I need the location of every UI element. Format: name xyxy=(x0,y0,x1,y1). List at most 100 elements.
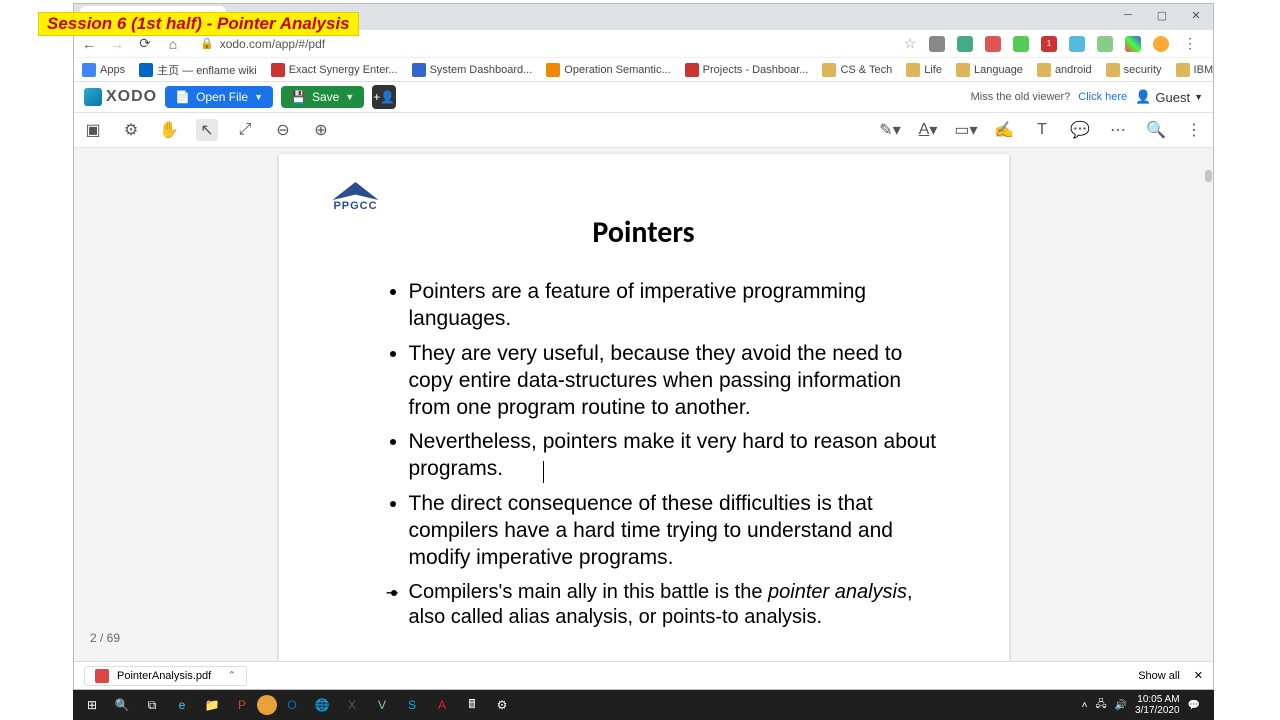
comment-tool-icon[interactable]: 💬 xyxy=(1069,119,1091,141)
page-indicator: 2 / 69 xyxy=(90,631,120,645)
extension-icon[interactable]: 1 xyxy=(1041,36,1057,52)
lock-icon: 🔒 xyxy=(200,37,214,50)
notifications-icon[interactable]: 💬 xyxy=(1188,700,1200,711)
zoom-out-icon[interactable]: ⊖ xyxy=(272,119,294,141)
open-file-button[interactable]: 📄 Open File ▼ xyxy=(165,86,273,108)
volume-icon[interactable]: 🔊 xyxy=(1115,700,1127,711)
xodo-logo[interactable]: XODO xyxy=(84,88,157,106)
bookmark-item[interactable]: Projects - Dashboar... xyxy=(685,63,809,77)
bookmark-folder[interactable]: CS & Tech xyxy=(822,63,892,77)
text-cursor xyxy=(543,461,544,483)
bookmarks-bar: Apps 主页 — enflame wiki Exact Synergy Ent… xyxy=(74,58,1213,82)
bookmark-folder[interactable]: Life xyxy=(906,63,942,77)
document-viewport[interactable]: PPGCC Pointers Pointers are a feature of… xyxy=(74,148,1213,661)
menu-icon[interactable]: ⋮ xyxy=(1181,35,1199,52)
download-item[interactable]: PointerAnalysis.pdf ⌃ xyxy=(84,666,247,686)
bookmark-folder[interactable]: Language xyxy=(956,63,1023,77)
snap-tool-icon[interactable]: ⤢ xyxy=(234,119,256,141)
app-icon[interactable] xyxy=(257,695,277,715)
chrome-icon[interactable]: 🌐 xyxy=(307,690,337,720)
select-tool-icon[interactable]: ↖ xyxy=(196,119,218,141)
bullet-item: Pointers are a feature of imperative pro… xyxy=(409,279,939,333)
acrobat-icon[interactable]: A xyxy=(427,690,457,720)
outlook-icon[interactable]: O xyxy=(277,690,307,720)
window-controls: ─ ▢ ✕ xyxy=(1111,4,1213,26)
xodo-toolbar: ▣ ⚙ ✋ ↖ ⤢ ⊖ ⊕ ✎▾ A▾ ▭▾ ✍ T 💬 ⋯ 🔍 ⋮ xyxy=(74,112,1213,148)
signature-tool-icon[interactable]: ✍ xyxy=(993,119,1015,141)
extension-icon[interactable] xyxy=(1069,36,1085,52)
bookmark-item[interactable]: Exact Synergy Enter... xyxy=(271,63,398,77)
start-button[interactable]: ⊞ xyxy=(77,690,107,720)
text-tool-icon[interactable]: T xyxy=(1031,119,1053,141)
panel-toggle-icon[interactable]: ▣ xyxy=(82,119,104,141)
apps-button[interactable]: Apps xyxy=(82,63,125,77)
extension-icon[interactable] xyxy=(1153,36,1169,52)
pdf-file-icon xyxy=(95,669,109,683)
explorer-icon[interactable]: 📁 xyxy=(197,690,227,720)
add-collaborator-button[interactable]: +👤 xyxy=(372,85,396,109)
click-here-link[interactable]: Click here xyxy=(1078,91,1127,103)
reload-icon[interactable]: ⟳ xyxy=(136,35,154,52)
bookmark-folder[interactable]: android xyxy=(1037,63,1092,77)
powerpoint-icon[interactable]: P xyxy=(227,690,257,720)
edge-icon[interactable]: e xyxy=(167,690,197,720)
scrollbar-thumb[interactable] xyxy=(1205,170,1212,182)
network-icon[interactable]: 🖧 xyxy=(1095,697,1106,714)
guest-menu[interactable]: 👤 Guest ▼ xyxy=(1135,89,1203,105)
save-button[interactable]: 💾 Save ▼ xyxy=(281,86,364,108)
more-tools-icon[interactable]: ⋯ xyxy=(1107,119,1129,141)
text-style-icon[interactable]: A▾ xyxy=(917,119,939,141)
slide-title: Pointers xyxy=(319,214,969,251)
app-icon[interactable]: V xyxy=(367,690,397,720)
search-taskbar-icon[interactable]: 🔍 xyxy=(107,690,137,720)
zoom-in-icon[interactable]: ⊕ xyxy=(310,119,332,141)
highlight-tool-icon[interactable]: ✎▾ xyxy=(879,119,901,141)
extension-icon[interactable] xyxy=(957,36,973,52)
bullet-item: Nevertheless, pointers make it very hard… xyxy=(409,429,939,483)
extension-icon[interactable] xyxy=(1125,36,1141,52)
chevron-up-icon[interactable]: ⌃ xyxy=(227,669,236,682)
settings-taskbar-icon[interactable]: ⚙ xyxy=(487,690,517,720)
skype-icon[interactable]: S xyxy=(397,690,427,720)
extension-icon[interactable] xyxy=(1013,36,1029,52)
home-icon[interactable]: ⌂ xyxy=(164,36,182,52)
star-icon[interactable]: ☆ xyxy=(901,35,919,52)
close-shelf-icon[interactable]: ✕ xyxy=(1194,669,1203,682)
session-overlay-label: Session 6 (1st half) - Pointer Analysis xyxy=(38,12,359,36)
toolbar-menu-icon[interactable]: ⋮ xyxy=(1183,119,1205,141)
system-tray[interactable]: ˄ 🖧 🔊 10:05 AM 3/17/2020 💬 xyxy=(1082,694,1210,716)
task-view-icon[interactable]: ⧉ xyxy=(137,690,167,720)
url-text: xodo.com/app/#/pdf xyxy=(220,37,325,51)
ppgcc-logo: PPGCC xyxy=(333,182,379,212)
calculator-icon[interactable]: 🖩 xyxy=(457,690,487,720)
bookmark-folder[interactable]: security xyxy=(1106,63,1162,77)
back-icon[interactable]: ← xyxy=(80,36,98,52)
xodo-header: XODO 📄 Open File ▼ 💾 Save ▼ +👤 Miss the … xyxy=(74,82,1213,112)
excel-icon[interactable]: X xyxy=(337,690,367,720)
clock[interactable]: 10:05 AM 3/17/2020 xyxy=(1135,694,1180,716)
bookmark-item[interactable]: System Dashboard... xyxy=(412,63,533,77)
search-icon[interactable]: 🔍 xyxy=(1145,119,1167,141)
show-all-link[interactable]: Show all xyxy=(1138,670,1180,682)
pan-tool-icon[interactable]: ✋ xyxy=(158,119,180,141)
extension-icon[interactable] xyxy=(985,36,1001,52)
extension-icon[interactable] xyxy=(929,36,945,52)
tray-chevron-icon[interactable]: ˄ xyxy=(1082,700,1088,711)
bookmark-item[interactable]: Operation Semantic... xyxy=(546,63,670,77)
pdf-page: PPGCC Pointers Pointers are a feature of… xyxy=(279,154,1009,661)
bookmark-item[interactable]: 主页 — enflame wiki xyxy=(139,62,257,78)
maximize-button[interactable]: ▢ xyxy=(1145,4,1179,26)
url-field[interactable]: 🔒 xodo.com/app/#/pdf xyxy=(192,37,891,51)
windows-taskbar: ⊞ 🔍 ⧉ e 📁 P O 🌐 X V S A 🖩 ⚙ ˄ 🖧 🔊 10:05 … xyxy=(73,690,1214,720)
close-window-button[interactable]: ✕ xyxy=(1179,4,1213,26)
bullet-item: They are very useful, because they avoid… xyxy=(409,341,939,422)
bookmark-folder[interactable]: IBM xyxy=(1176,63,1213,77)
downloads-shelf: PointerAnalysis.pdf ⌃ Show all ✕ xyxy=(74,661,1213,689)
download-filename: PointerAnalysis.pdf xyxy=(117,670,211,682)
extension-icon[interactable] xyxy=(1097,36,1113,52)
forward-icon[interactable]: → xyxy=(108,36,126,52)
extensions: 1 ⋮ xyxy=(929,35,1207,52)
minimize-button[interactable]: ─ xyxy=(1111,4,1145,26)
shape-tool-icon[interactable]: ▭▾ xyxy=(955,119,977,141)
settings-icon[interactable]: ⚙ xyxy=(120,119,142,141)
